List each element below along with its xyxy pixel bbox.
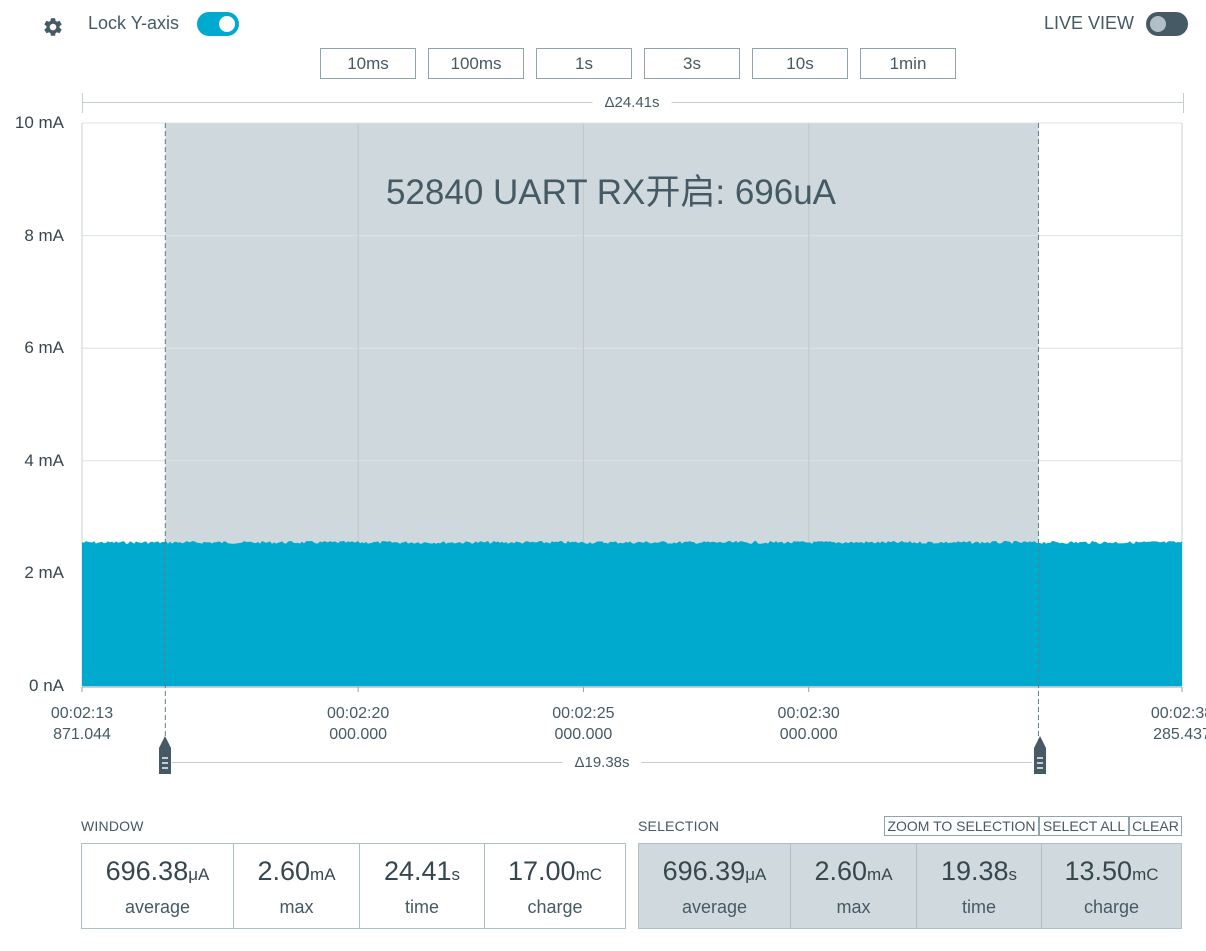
stat-label: charge [1083, 896, 1140, 917]
stat-unit: mC [1132, 864, 1159, 884]
time-window-100ms-button[interactable]: 100ms [428, 48, 524, 79]
stat-unit: s [1008, 864, 1018, 884]
live-view-label: LIVE VIEW [1044, 13, 1135, 33]
selection-max-stat: 2.60mA max [791, 844, 917, 928]
stat-number: 2.60 [814, 855, 868, 886]
stat-number: 17.00 [507, 855, 576, 886]
window-average-stat: 696.38μA average [82, 844, 234, 928]
x-tick-label: 00:02:25 000.000 [552, 703, 614, 745]
stat-label: max [836, 896, 871, 917]
stat-unit: mA [310, 864, 336, 884]
time-window-1s-button[interactable]: 1s [536, 48, 632, 79]
x-tick-label: 00:02:13 871.044 [51, 703, 113, 745]
lock-y-axis-toggle[interactable] [197, 12, 239, 36]
x-tick-ms: 000.000 [329, 726, 388, 743]
y-tick-label: 6 mA [24, 338, 64, 358]
zoom-to-selection-button[interactable]: ZOOM TO SELECTION [884, 816, 1039, 836]
stat-number: 24.41 [383, 855, 452, 886]
time-window-1min-button[interactable]: 1min [860, 48, 956, 79]
stat-value: 2.60mA [257, 855, 335, 891]
select-all-button[interactable]: SELECT ALL [1039, 816, 1129, 836]
y-tick-label: 2 mA [24, 563, 64, 583]
x-tick-time: 00:02:30 [777, 705, 840, 722]
y-tick-label: 0 nA [29, 676, 64, 695]
selection-stats-title: SELECTION [638, 818, 720, 834]
selection-charge-stat: 13.50mC charge [1042, 844, 1181, 928]
selection-handle-right[interactable] [1032, 736, 1048, 776]
x-tick-time: 00:02:38 [1150, 705, 1206, 722]
stat-number: 19.38 [940, 855, 1009, 886]
time-window-10s-button[interactable]: 10s [752, 48, 848, 79]
x-tick-label: 00:02:30 000.000 [778, 703, 840, 745]
stat-value: 24.41s [384, 855, 460, 891]
y-tick-label: 10 mA [14, 113, 64, 132]
stat-unit: mA [867, 864, 893, 884]
stat-number: 696.39 [662, 855, 746, 886]
selection-average-stat: 696.39μA average [639, 844, 791, 928]
chart-area[interactable]: 52840 UART RX开启: 696uA 0 nA 2 mA 4 mA 6 mA 8… [0, 100, 1206, 780]
y-tick-label: 4 mA [24, 450, 64, 470]
stat-value: 2.60mA [814, 855, 892, 891]
x-tick-time: 00:02:25 [552, 705, 615, 722]
stat-unit: μA [188, 864, 210, 884]
lock-y-axis-label: Lock Y-axis [88, 13, 180, 33]
stat-value: 17.00mC [508, 855, 602, 891]
stat-value: 19.38s [941, 855, 1017, 891]
stat-number: 2.60 [257, 855, 311, 886]
window-time-stat: 24.41s time [360, 844, 485, 928]
stat-value: 13.50mC [1064, 855, 1158, 891]
stat-label: time [404, 896, 439, 917]
stat-value: 696.39μA [663, 855, 767, 891]
x-tick-time: 00:02:13 [50, 705, 114, 722]
x-tick-ms: 871.044 [53, 726, 111, 743]
selection-delta-label: Δ19.38s [562, 754, 642, 771]
selection-handle-left[interactable] [157, 736, 173, 776]
selection-time-stat: 19.38s time [917, 844, 1042, 928]
stat-unit: μA [745, 864, 767, 884]
window-stats-panel: 696.38μA average 2.60mA max 24.41s time … [81, 843, 626, 929]
x-tick-time: 00:02:20 [327, 705, 390, 722]
x-tick-ms: 000.000 [779, 726, 838, 743]
stat-unit: mC [575, 864, 603, 884]
current-signal-area [82, 540, 1182, 686]
x-tick-ms: 000.000 [554, 726, 613, 743]
stat-value: 696.38μA [106, 855, 210, 891]
window-charge-stat: 17.00mC charge [485, 844, 625, 928]
stat-label: charge [527, 896, 583, 917]
stat-label: max [279, 896, 314, 917]
x-tick-label: 00:02:20 000.000 [327, 703, 389, 745]
clear-selection-button[interactable]: CLEAR [1129, 816, 1182, 836]
x-tick-label: 00:02:38 285.437 [1151, 703, 1206, 745]
gear-icon[interactable] [42, 16, 64, 38]
y-tick-label: 8 mA [24, 225, 64, 245]
stat-label: average [681, 896, 748, 917]
time-window-10ms-button[interactable]: 10ms [320, 48, 416, 79]
toggle-knob [219, 16, 235, 32]
selection-stats-panel: 696.39μA average 2.60mA max 19.38s time … [638, 843, 1182, 929]
stat-label: time [961, 896, 996, 917]
stat-number: 13.50 [1064, 855, 1133, 886]
stat-unit: s [451, 864, 461, 884]
x-tick-ms: 285.437 [1153, 726, 1206, 743]
window-stats-title: WINDOW [81, 818, 144, 834]
time-window-3s-button[interactable]: 3s [644, 48, 740, 79]
toggle-knob [1150, 16, 1166, 32]
window-max-stat: 2.60mA max [234, 844, 360, 928]
selection-delta-bar: Δ19.38s [172, 753, 1032, 773]
stat-label: average [124, 896, 191, 917]
chart-title: 52840 UART RX开启: 696uA [385, 173, 837, 212]
live-view-toggle[interactable] [1146, 12, 1188, 36]
stat-number: 696.38 [105, 855, 189, 886]
